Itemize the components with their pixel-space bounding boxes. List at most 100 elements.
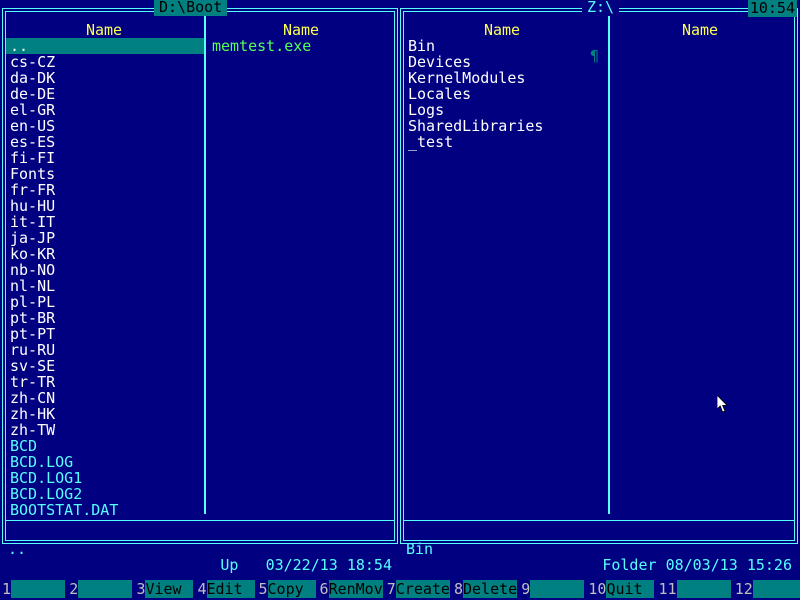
file-entry-left-item[interactable]: ru-RU [6, 342, 204, 358]
status-line-right: Bin Folder 08/03/13 15:26 [406, 525, 792, 573]
file-entry-left-item[interactable]: fr-FR [6, 182, 204, 198]
file-entry-left-item[interactable]: ko-KR [6, 246, 204, 262]
function-key-f12[interactable]: 12 [732, 580, 800, 598]
status-right-time: 15:26 [746, 556, 792, 574]
file-entry-left-item[interactable]: BOOTSTAT.DAT [6, 502, 204, 518]
file-entry-right-item[interactable]: Devices [404, 54, 606, 70]
panel-title-left[interactable]: D:\Boot [154, 0, 228, 16]
file-entry-left2-item[interactable]: memtest.exe [208, 38, 394, 54]
column-header-right-one[interactable]: Name [404, 22, 600, 38]
file-entry-left-item[interactable]: BCD [6, 438, 204, 454]
function-key-f7[interactable]: 7 Create [384, 580, 450, 598]
status-left-time: 18:54 [346, 556, 392, 574]
function-key-f2[interactable]: 2 [67, 580, 133, 598]
file-entry-left-item[interactable]: it-IT [6, 214, 204, 230]
file-entry-left-item[interactable]: da-DK [6, 70, 204, 86]
file-entry-left-item[interactable]: hu-HU [6, 198, 204, 214]
file-entry-right-item[interactable]: Locales [404, 86, 606, 102]
function-key-label[interactable]: Copy [267, 580, 316, 598]
function-key-f5[interactable]: 5 Copy [256, 580, 316, 598]
file-entry-right-item[interactable]: SharedLibraries [404, 118, 606, 134]
function-key-f6[interactable]: 6 RenMov [317, 580, 383, 598]
function-key-number: 10 [586, 580, 607, 598]
file-entry-right-item[interactable]: Logs [404, 102, 606, 118]
status-right-date: 08/03/13 [665, 556, 738, 574]
status-left-size: Up [220, 556, 239, 574]
status-right-size: Folder [602, 556, 657, 574]
function-key-number: 5 [256, 580, 268, 598]
file-entry-left-item[interactable]: nl-NL [6, 278, 204, 294]
file-entry-left-item[interactable]: ja-JP [6, 230, 204, 246]
file-list-left-one[interactable]: .. cs-CZ da-DK de-DE el-GR en-US es-ES fi-FI Fon… [6, 38, 204, 520]
function-key-number: 9 [519, 580, 531, 598]
panel-separator-left [5, 520, 395, 521]
function-key-number: 4 [195, 580, 207, 598]
status-right-gap [657, 556, 666, 574]
file-entry-left-item[interactable]: zh-TW [6, 422, 204, 438]
file-entry-left-item[interactable]: BCD.LOG2 [6, 486, 204, 502]
file-entry-left-item[interactable]: zh-HK [6, 406, 204, 422]
file-entry-left-item[interactable]: BCD.LOG1 [6, 470, 204, 486]
column-divider-left[interactable] [204, 13, 206, 514]
file-panel-right[interactable]: Z:\ Name Name Bin Devices KernelModules Loc… [400, 0, 798, 573]
file-entry-left-item[interactable]: el-GR [6, 102, 204, 118]
file-entry-left-item[interactable]: sv-SE [6, 358, 204, 374]
file-list-right-two[interactable] [612, 38, 794, 520]
function-key-label[interactable]: Create [395, 580, 450, 598]
function-key-f8[interactable]: 8 Delete [451, 580, 518, 598]
column-header-right-two[interactable]: Name [606, 22, 794, 38]
column-header-left-one[interactable]: Name [6, 22, 202, 38]
stray-glyph: ¶ [590, 47, 600, 65]
function-key-bar: 1 2 3 View 4 Edit 5 Copy 6 RenMov 7 Create 8 Delete… [0, 578, 800, 600]
file-entry-left-item[interactable]: BCD.LOG [6, 454, 204, 470]
status-left-gap2 [338, 556, 347, 574]
status-right-filename: Bin [406, 540, 434, 558]
function-key-f4[interactable]: 4 Edit [195, 580, 255, 598]
function-key-label[interactable] [752, 580, 800, 598]
file-entry-left-item[interactable]: de-DE [6, 86, 204, 102]
file-entry-left-item[interactable]: fi-FI [6, 150, 204, 166]
file-entry-right-item[interactable]: Bin [404, 38, 606, 54]
file-entry-left-item[interactable]: es-ES [6, 134, 204, 150]
status-left-filename: .. [8, 540, 27, 558]
file-entry-right-item[interactable]: KernelModules [404, 70, 606, 86]
file-entry-left-item[interactable]: Fonts [6, 166, 204, 182]
function-key-f1[interactable]: 1 [0, 580, 66, 598]
function-key-label[interactable]: Delete [463, 580, 518, 598]
file-panel-left[interactable]: D:\Boot Name Name .. cs-CZ da-DK de-DE el-GR… [2, 0, 398, 573]
function-key-label[interactable]: RenMov [328, 580, 383, 598]
function-key-label[interactable] [78, 580, 133, 598]
file-list-right-one[interactable]: Bin Devices KernelModules Locales Logs Shared… [404, 38, 606, 520]
function-key-number: 2 [67, 580, 79, 598]
function-key-f3[interactable]: 3 View [134, 580, 194, 598]
file-entry-right-item[interactable]: _test [404, 134, 606, 150]
function-key-label[interactable]: Quit [606, 580, 655, 598]
function-key-f10[interactable]: 10 Quit [586, 580, 655, 598]
function-key-label[interactable]: Edit [206, 580, 255, 598]
file-entry-left-item[interactable]: cs-CZ [6, 54, 204, 70]
status-left-date: 03/22/13 [265, 556, 338, 574]
column-divider-right[interactable] [608, 13, 610, 514]
file-entry-left-item[interactable]: tr-TR [6, 374, 204, 390]
clock: 10:54 [747, 0, 797, 17]
function-key-label[interactable]: View [145, 580, 194, 598]
file-entry-left-item[interactable]: nb-NO [6, 262, 204, 278]
function-key-number: 7 [384, 580, 396, 598]
panel-title-right[interactable]: Z:\ [582, 0, 620, 16]
status-left-gap [238, 556, 265, 574]
file-entry-left-item[interactable]: .. [6, 38, 204, 54]
function-key-f11[interactable]: 11 [656, 580, 731, 598]
function-key-label[interactable] [676, 580, 731, 598]
file-entry-left-item[interactable]: pt-PT [6, 326, 204, 342]
file-entry-left-item[interactable]: pt-BR [6, 310, 204, 326]
file-entry-left-item[interactable]: pl-PL [6, 294, 204, 310]
file-list-left-two[interactable]: memtest.exe [208, 38, 394, 520]
status-left-meta: Up 03/22/13 18:54 [220, 557, 392, 573]
column-header-left-two[interactable]: Name [208, 22, 394, 38]
file-entry-left-item[interactable]: en-US [6, 118, 204, 134]
file-entry-left-item[interactable]: zh-CN [6, 390, 204, 406]
function-key-label[interactable] [11, 580, 66, 598]
function-key-label[interactable] [530, 580, 585, 598]
status-right-meta: Folder 08/03/13 15:26 [602, 557, 792, 573]
function-key-f9[interactable]: 9 [519, 580, 585, 598]
